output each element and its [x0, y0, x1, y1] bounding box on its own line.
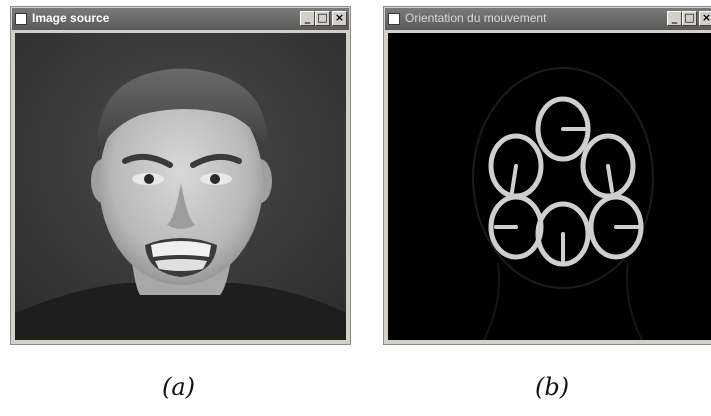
caption-a: (a) — [162, 373, 196, 401]
caption-b: (b) — [535, 373, 570, 401]
close-icon[interactable]: × — [332, 11, 347, 26]
window-title: Orientation du mouvement — [405, 11, 547, 25]
window-controls: _ □ × — [300, 11, 347, 26]
title-bar[interactable]: Orientation du mouvement _ □ × — [385, 8, 711, 30]
face-photo — [15, 33, 346, 340]
maximize-icon[interactable]: □ — [682, 11, 697, 26]
window-icon — [15, 13, 27, 25]
window-icon — [388, 13, 400, 25]
orientation-visualization — [472, 67, 654, 340]
window-title: Image source — [32, 11, 110, 25]
title-bar[interactable]: Image source _ □ × — [12, 8, 349, 30]
minimize-icon[interactable]: _ — [667, 11, 682, 26]
source-image-view — [15, 33, 346, 340]
minimize-icon[interactable]: _ — [300, 11, 315, 26]
window-controls: _ □ × — [667, 11, 711, 26]
orientation-window: Orientation du mouvement _ □ × — [383, 6, 711, 345]
orientation-needle-upper-right — [606, 164, 614, 193]
image-source-window: Image source _ □ × — [10, 6, 351, 345]
maximize-icon[interactable]: □ — [315, 11, 330, 26]
orientation-needle-upper-left — [510, 164, 518, 194]
orientation-view — [388, 33, 711, 340]
close-icon[interactable]: × — [699, 11, 711, 26]
